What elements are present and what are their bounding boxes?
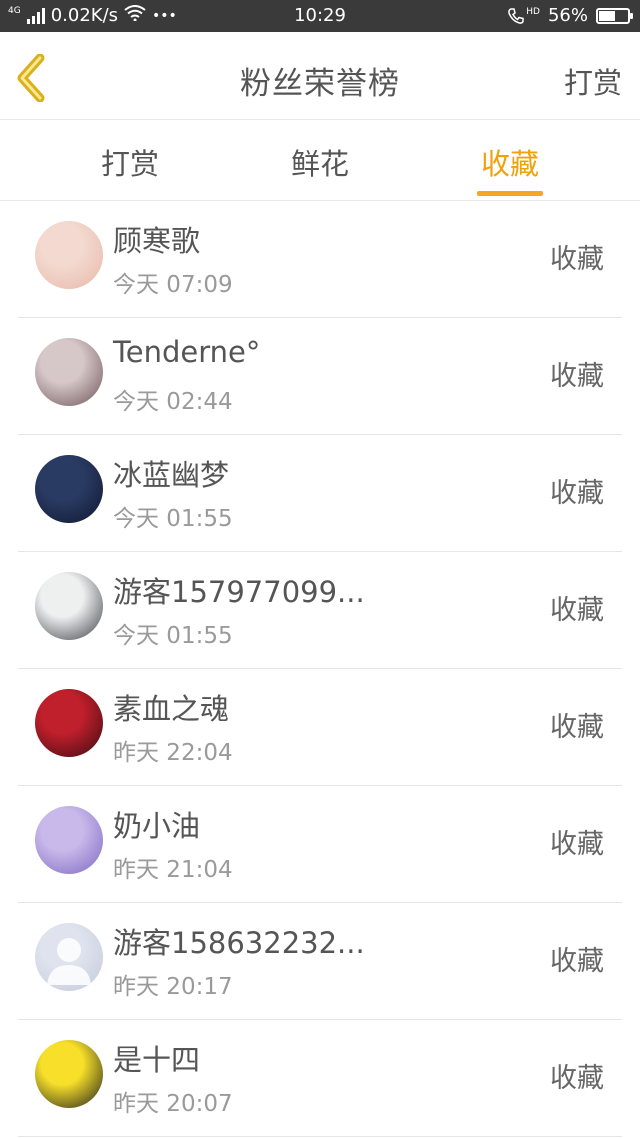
list-item[interactable]: Tenderne° 今天 02:44 收藏 — [18, 318, 622, 435]
user-name: 游客157977099... — [113, 575, 365, 609]
timestamp: 昨天 20:17 — [113, 974, 233, 1000]
list-item[interactable]: 是十四 昨天 20:07 收藏 — [18, 1020, 622, 1137]
timestamp: 今天 07:09 — [113, 272, 233, 298]
list-item[interactable]: 冰蓝幽梦 今天 01:55 收藏 — [18, 435, 622, 552]
fan-list: 顾寒歌 今天 07:09 收藏 Tenderne° 今天 02:44 收藏 冰蓝… — [18, 201, 622, 1137]
tab-favorites[interactable]: 收藏 — [450, 141, 570, 183]
timestamp: 昨天 21:04 — [113, 857, 233, 883]
avatar — [35, 689, 103, 757]
default-user-icon — [47, 938, 91, 985]
avatar — [35, 338, 103, 406]
action-label: 收藏 — [550, 595, 604, 626]
action-label: 收藏 — [550, 829, 604, 860]
avatar — [35, 806, 103, 874]
tab-reward[interactable]: 打赏 — [70, 141, 190, 183]
list-item[interactable]: 顾寒歌 今天 07:09 收藏 — [18, 201, 622, 318]
action-label: 收藏 — [550, 478, 604, 509]
tab-bar: 打赏 鲜花 收藏 — [0, 121, 640, 201]
avatar — [35, 455, 103, 523]
user-name: 奶小油 — [113, 809, 201, 843]
timestamp: 今天 01:55 — [113, 506, 233, 532]
battery-icon — [596, 7, 633, 24]
list-item[interactable]: 游客158632232... 昨天 20:17 收藏 — [18, 903, 622, 1020]
list-item[interactable]: 游客157977099... 今天 01:55 收藏 — [18, 552, 622, 669]
page-title: 粉丝荣誉榜 — [240, 66, 400, 102]
user-name: 素血之魂 — [113, 692, 230, 726]
user-name: 是十四 — [113, 1043, 201, 1077]
list-item[interactable]: 素血之魂 昨天 22:04 收藏 — [18, 669, 622, 786]
timestamp: 昨天 22:04 — [113, 740, 233, 766]
action-label: 收藏 — [550, 1063, 604, 1094]
user-name: 顾寒歌 — [113, 224, 201, 258]
status-bar: 4G 0.02K/s ••• 10:29 HD 56% — [0, 0, 640, 32]
user-name: Tenderne° — [113, 335, 261, 369]
action-label: 收藏 — [550, 946, 604, 977]
timestamp: 今天 01:55 — [113, 623, 233, 649]
hd-label: HD — [526, 6, 540, 17]
hd-call-icon: HD — [507, 7, 540, 25]
reward-button[interactable]: 打赏 — [564, 60, 622, 102]
avatar — [35, 923, 103, 991]
active-tab-indicator — [477, 191, 543, 196]
user-name: 游客158632232... — [113, 926, 365, 960]
action-label: 收藏 — [550, 712, 604, 743]
avatar — [35, 572, 103, 640]
app-header: 粉丝荣誉榜 打赏 — [0, 32, 640, 120]
timestamp: 昨天 20:07 — [113, 1091, 233, 1117]
timestamp: 今天 02:44 — [113, 389, 233, 415]
battery-percent: 56% — [547, 5, 588, 26]
avatar — [35, 221, 103, 289]
user-name: 冰蓝幽梦 — [113, 458, 230, 492]
tab-flowers[interactable]: 鲜花 — [260, 141, 380, 183]
list-item[interactable]: 奶小油 昨天 21:04 收藏 — [18, 786, 622, 903]
action-label: 收藏 — [550, 244, 604, 275]
action-label: 收藏 — [550, 361, 604, 392]
avatar — [35, 1040, 103, 1108]
